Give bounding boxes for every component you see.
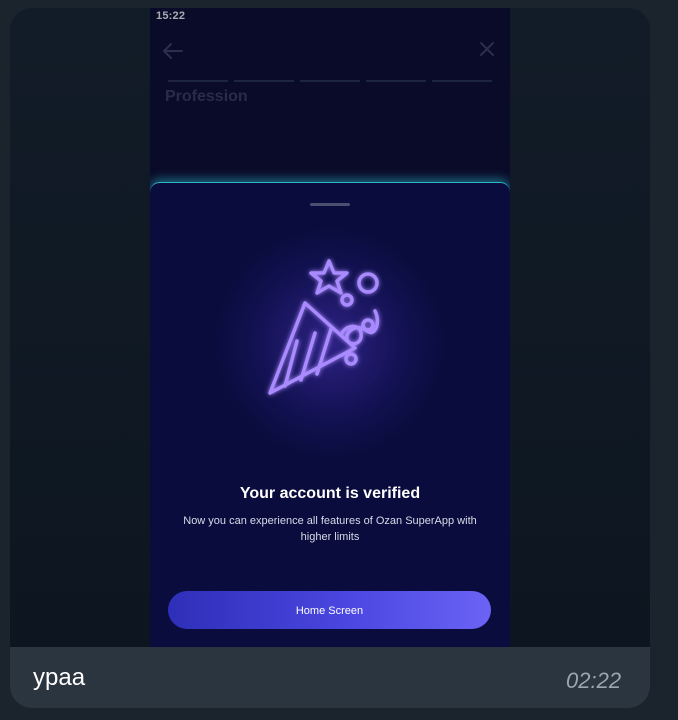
verified-bottom-sheet: Your account is verified Now you can exp…: [150, 182, 510, 647]
verified-subtitle: Now you can experience all features of O…: [183, 515, 477, 543]
message-bubble[interactable]: 15:22 Profession Your account is verifie…: [10, 8, 650, 708]
dim-overlay: [150, 8, 510, 183]
sheet-grabber[interactable]: [310, 203, 350, 206]
home-screen-button[interactable]: Home Screen: [168, 591, 491, 629]
phone-screen: 15:22 Profession Your account is verifie…: [150, 8, 510, 647]
message-timestamp: 02:22: [566, 668, 622, 693]
party-popper-icon: [268, 259, 380, 395]
message-screenshot[interactable]: 15:22 Profession Your account is verifie…: [10, 8, 650, 647]
verified-title: Your account is verified: [239, 485, 421, 502]
message-caption: ypaa: [33, 664, 86, 691]
